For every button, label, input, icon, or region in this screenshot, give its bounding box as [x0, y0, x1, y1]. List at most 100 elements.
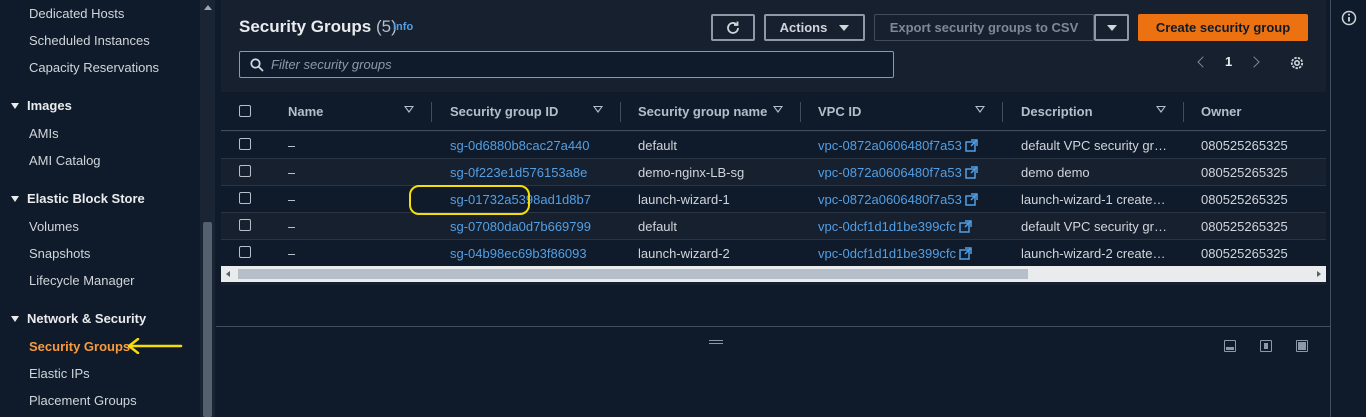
sidebar-section-network-security[interactable]: Network & Security: [11, 311, 146, 326]
cell-vpc-id[interactable]: vpc-0dcf1d1d1be399cfc: [818, 213, 972, 239]
security-groups-table: Name Security group ID Security group na…: [221, 92, 1326, 285]
drag-handle-icon[interactable]: [709, 340, 723, 344]
sidebar-section-label: Images: [27, 98, 72, 113]
refresh-icon: [727, 21, 739, 34]
cell-security-group-id[interactable]: sg-07080da0d7b669799: [450, 213, 591, 239]
sidebar-section-elastic-block-store[interactable]: Elastic Block Store: [11, 191, 145, 206]
sidebar-item-scheduled-instances[interactable]: Scheduled Instances: [29, 33, 150, 48]
vpc-link[interactable]: vpc-0872a0606480f7a53: [818, 165, 962, 180]
cell-description: launch-wizard-1 create…: [1021, 191, 1166, 207]
sidebar-scrollbar[interactable]: [200, 0, 215, 417]
actions-button[interactable]: Actions: [764, 14, 865, 41]
split-side-icon[interactable]: [1260, 340, 1272, 352]
page-title: Security Groups (5): [239, 17, 397, 37]
sidebar-item-ami-catalog[interactable]: AMI Catalog: [29, 153, 101, 168]
sidebar-item-placement-groups[interactable]: Placement Groups: [29, 393, 137, 408]
next-page-icon[interactable]: [1248, 55, 1260, 68]
scroll-up-icon[interactable]: [204, 5, 212, 10]
cell-vpc-id[interactable]: vpc-0dcf1d1d1be399cfc: [818, 240, 972, 266]
caret-down-icon: [1106, 24, 1117, 31]
annotation-arrow-icon: [127, 338, 183, 354]
column-divider[interactable]: [431, 102, 432, 122]
refresh-button[interactable]: [711, 14, 755, 41]
vpc-link[interactable]: vpc-0872a0606480f7a53: [818, 192, 962, 207]
split-bottom-icon[interactable]: [1224, 340, 1236, 352]
cell-security-group-id[interactable]: sg-0f223e1d576153a8e: [450, 159, 587, 185]
vpc-link[interactable]: vpc-0dcf1d1d1be399cfc: [818, 246, 956, 261]
table-row[interactable]: – sg-0f223e1d576153a8e demo-nginx-LB-sg …: [221, 159, 1326, 186]
cell-vpc-id[interactable]: vpc-0872a0606480f7a53: [818, 132, 978, 158]
row-checkbox[interactable]: [239, 165, 251, 177]
table-row[interactable]: – sg-0d6880b8cac27a440 default vpc-0872a…: [221, 132, 1326, 159]
row-checkbox[interactable]: [239, 246, 251, 258]
sidebar-item-lifecycle-manager[interactable]: Lifecycle Manager: [29, 273, 135, 288]
cell-vpc-id[interactable]: vpc-0872a0606480f7a53: [818, 159, 978, 185]
table-row[interactable]: – sg-04b98ec69b3f86093 launch-wizard-2 v…: [221, 240, 1326, 267]
row-checkbox[interactable]: [239, 219, 251, 231]
column-divider[interactable]: [620, 102, 621, 122]
sidebar-section-images[interactable]: Images: [11, 98, 72, 113]
gear-icon[interactable]: [1289, 55, 1305, 71]
cell-security-group-name: default: [638, 218, 678, 234]
cell-security-group-id[interactable]: sg-0d6880b8cac27a440: [450, 132, 590, 158]
column-header-security-group-name[interactable]: Security group name: [638, 92, 767, 131]
cell-vpc-id[interactable]: vpc-0872a0606480f7a53: [818, 186, 978, 212]
cell-name: –: [288, 164, 296, 180]
column-divider[interactable]: [800, 102, 801, 122]
sidebar-item-elastic-ips[interactable]: Elastic IPs: [29, 366, 90, 381]
external-link-icon[interactable]: [959, 219, 972, 233]
external-link-icon[interactable]: [965, 192, 978, 206]
current-page-number[interactable]: 1: [1225, 54, 1232, 69]
info-link[interactable]: Info: [393, 21, 413, 33]
scroll-left-icon[interactable]: [226, 271, 230, 277]
sidebar-item-dedicated-hosts[interactable]: Dedicated Hosts: [29, 6, 124, 21]
row-checkbox[interactable]: [239, 138, 251, 150]
create-security-group-button[interactable]: Create security group: [1138, 14, 1308, 41]
sort-icon[interactable]: [773, 106, 783, 113]
sidebar-item-security-groups[interactable]: Security Groups: [29, 339, 130, 354]
vpc-link[interactable]: vpc-0dcf1d1d1be399cfc: [818, 219, 956, 234]
actions-button-label: Actions: [779, 20, 828, 35]
column-header-description[interactable]: Description: [1021, 92, 1093, 131]
info-icon[interactable]: [1341, 10, 1357, 26]
column-divider[interactable]: [1183, 102, 1184, 122]
column-label: Owner: [1201, 104, 1242, 119]
sort-icon[interactable]: [593, 106, 603, 113]
sort-icon[interactable]: [1156, 106, 1166, 113]
column-divider[interactable]: [1002, 102, 1003, 122]
split-full-icon[interactable]: [1296, 340, 1308, 352]
row-checkbox[interactable]: [239, 192, 251, 204]
cell-description: default VPC security gr…: [1021, 137, 1167, 153]
table-row[interactable]: – sg-07080da0d7b669799 default vpc-0dcf1…: [221, 213, 1326, 240]
external-link-icon[interactable]: [965, 138, 978, 152]
column-header-vpc-id[interactable]: VPC ID: [818, 92, 861, 131]
vpc-link[interactable]: vpc-0872a0606480f7a53: [818, 138, 962, 153]
create-button-label: Create security group: [1155, 20, 1291, 35]
cell-security-group-id[interactable]: sg-04b98ec69b3f86093: [450, 240, 587, 266]
scrollbar-thumb[interactable]: [203, 222, 212, 417]
cell-owner: 080525265325: [1201, 218, 1288, 234]
column-header-name[interactable]: Name: [288, 92, 323, 131]
sidebar-item-amis[interactable]: AMIs: [29, 126, 59, 141]
previous-page-icon[interactable]: [1197, 55, 1209, 68]
external-link-icon[interactable]: [965, 165, 978, 179]
sort-icon[interactable]: [404, 106, 414, 113]
column-header-owner[interactable]: Owner: [1201, 92, 1241, 131]
export-csv-button[interactable]: Export security groups to CSV: [874, 14, 1094, 41]
sidebar-item-snapshots[interactable]: Snapshots: [29, 246, 90, 261]
search-box[interactable]: [239, 51, 894, 78]
table-horizontal-scrollbar[interactable]: [221, 266, 1326, 282]
sidebar-item-capacity-reservations[interactable]: Capacity Reservations: [29, 60, 159, 75]
scrollbar-thumb[interactable]: [238, 269, 1028, 279]
export-dropdown-button[interactable]: [1094, 14, 1129, 41]
scroll-right-icon[interactable]: [1317, 271, 1321, 277]
sidebar-item-volumes[interactable]: Volumes: [29, 219, 79, 234]
caret-down-icon: [11, 195, 19, 202]
cell-owner: 080525265325: [1201, 137, 1288, 153]
search-input[interactable]: [271, 52, 871, 77]
select-all-checkbox[interactable]: [239, 105, 251, 117]
external-link-icon[interactable]: [959, 246, 972, 260]
column-header-security-group-id[interactable]: Security group ID: [450, 92, 558, 131]
table-row[interactable]: – sg-01732a5398ad1d8b7 launch-wizard-1 v…: [221, 186, 1326, 213]
sort-icon[interactable]: [975, 106, 985, 113]
